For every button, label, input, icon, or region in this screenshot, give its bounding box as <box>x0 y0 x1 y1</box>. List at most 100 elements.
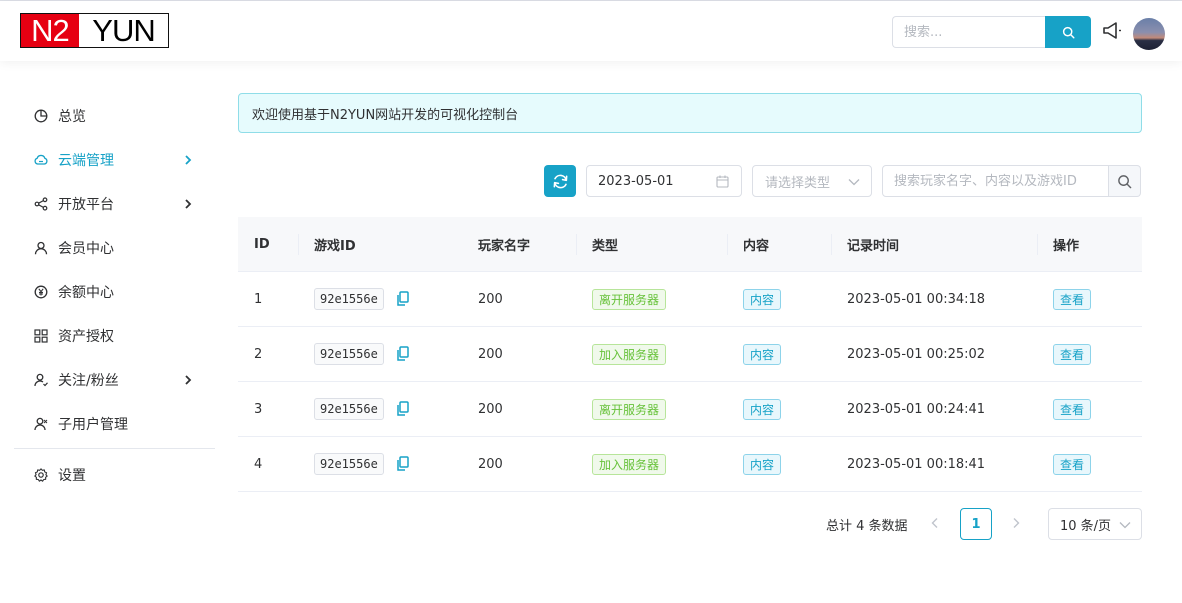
cell-player: 200 <box>478 346 503 362</box>
cell-id: 2 <box>254 346 263 362</box>
megaphone-icon[interactable] <box>1102 21 1122 41</box>
view-button[interactable]: 查看 <box>1053 288 1092 310</box>
copy-icon[interactable] <box>396 291 410 307</box>
sidebar-divider <box>14 448 215 449</box>
sidebar-item-overview[interactable]: 总览 <box>14 94 215 138</box>
cell-type: 加入服务器 <box>576 437 727 491</box>
sidebar-item-follow[interactable]: 关注/粉丝 <box>14 358 215 402</box>
date-picker[interactable]: 2023-05-01 <box>586 165 742 197</box>
cell-time: 2023-05-01 00:34:18 <box>847 291 986 307</box>
sidebar-item-label: 资产授权 <box>58 329 114 345</box>
logo[interactable]: N2 YUN <box>20 13 169 48</box>
cell-type: 离开服务器 <box>576 272 727 326</box>
records-table: ID 游戏ID 玩家名字 类型 内容 记录时间 操作 1 92e1556e 20… <box>238 217 1142 492</box>
column-header-player: 玩家名字 <box>478 238 531 254</box>
sidebar-item-settings[interactable]: 设置 <box>14 453 215 497</box>
cell-action: 查看 <box>1037 327 1142 381</box>
sidebar-item-sub-users[interactable]: 子用户管理 <box>14 402 215 446</box>
cell-content: 内容 <box>727 272 831 326</box>
cell-game-id: 92e1556e <box>298 382 462 436</box>
gear-icon <box>34 468 48 482</box>
sidebar-item-label: 开放平台 <box>58 197 114 213</box>
view-button[interactable]: 查看 <box>1053 343 1092 365</box>
column-header-time: 记录时间 <box>831 217 1037 271</box>
chevron-right-icon <box>185 155 192 165</box>
table-row: 4 92e1556e 200 加入服务器 内容 2023-05-01 00:18… <box>238 437 1142 492</box>
cell-content: 内容 <box>727 382 831 436</box>
view-button[interactable]: 查看 <box>1053 453 1092 475</box>
refresh-icon <box>553 174 567 188</box>
sidebar-item-balance[interactable]: 余额中心 <box>14 270 215 314</box>
sidebar-item-label: 子用户管理 <box>58 417 128 433</box>
copy-icon[interactable] <box>396 401 410 417</box>
user-follow-icon <box>34 373 48 387</box>
column-header-id: ID <box>254 236 270 252</box>
sidebar-item-cloud[interactable]: 云端管理 <box>14 138 215 182</box>
view-button[interactable]: 查看 <box>1053 398 1092 420</box>
chevron-right-icon <box>185 199 192 209</box>
header-search <box>892 16 1091 48</box>
page-size-value: 10 条/页 <box>1060 518 1112 534</box>
cell-action: 查看 <box>1037 382 1142 436</box>
users-icon <box>34 417 48 431</box>
sidebar-item-label: 会员中心 <box>58 241 114 257</box>
logo-right-text: YUN <box>79 13 168 48</box>
header-search-button[interactable] <box>1045 16 1091 48</box>
table-row: 2 92e1556e 200 加入服务器 内容 2023-05-01 00:25… <box>238 327 1142 382</box>
sidebar-item-label: 总览 <box>58 109 86 125</box>
chevron-right-icon[interactable] <box>1009 516 1023 530</box>
pagination-page-button[interactable]: 1 <box>960 508 992 540</box>
type-select[interactable]: 请选择类型 <box>752 165 872 197</box>
calendar-icon <box>716 175 729 188</box>
cell-time: 2023-05-01 00:25:02 <box>847 346 986 362</box>
cell-content: 内容 <box>727 437 831 491</box>
sidebar: 总览 云端管理 开放平台 会员中心 余额中心 资产授权 关注/粉丝 子用户管理 … <box>14 94 215 497</box>
game-id-tag: 92e1556e <box>314 453 384 475</box>
yen-icon <box>34 285 48 299</box>
type-tag: 离开服务器 <box>592 398 667 420</box>
cell-game-id: 92e1556e <box>298 327 462 381</box>
grid-icon <box>34 329 48 343</box>
content-tag[interactable]: 内容 <box>743 288 782 310</box>
keyword-search <box>882 165 1141 197</box>
chevron-right-icon <box>185 375 192 385</box>
cloud-icon <box>34 154 48 165</box>
sidebar-item-member[interactable]: 会员中心 <box>14 226 215 270</box>
column-header-action: 操作 <box>1037 217 1142 271</box>
column-header-type: 类型 <box>576 217 727 271</box>
sidebar-item-label: 云端管理 <box>58 153 114 169</box>
cell-action: 查看 <box>1037 437 1142 491</box>
cell-action: 查看 <box>1037 272 1142 326</box>
sidebar-item-asset-auth[interactable]: 资产授权 <box>14 314 215 358</box>
avatar[interactable] <box>1133 18 1165 50</box>
cell-time: 2023-05-01 00:24:41 <box>847 401 986 417</box>
table-row: 3 92e1556e 200 离开服务器 内容 2023-05-01 00:24… <box>238 382 1142 437</box>
search-icon <box>1118 174 1132 188</box>
copy-icon[interactable] <box>396 456 410 472</box>
top-header: N2 YUN <box>0 1 1182 61</box>
sidebar-item-label: 设置 <box>58 468 86 484</box>
cell-content: 内容 <box>727 327 831 381</box>
chevron-down-icon <box>1119 522 1131 529</box>
chevron-left-icon[interactable] <box>928 516 942 530</box>
cell-game-id: 92e1556e <box>298 437 462 491</box>
keyword-search-input[interactable] <box>882 165 1109 197</box>
cell-time: 2023-05-01 00:18:41 <box>847 456 986 472</box>
sidebar-item-open-platform[interactable]: 开放平台 <box>14 182 215 226</box>
copy-icon[interactable] <box>396 346 410 362</box>
content-tag[interactable]: 内容 <box>743 398 782 420</box>
type-select-placeholder: 请选择类型 <box>765 175 831 191</box>
share-icon <box>34 197 48 211</box>
header-search-input[interactable] <box>892 16 1045 48</box>
column-header-game-id: 游戏ID <box>298 217 462 271</box>
search-icon <box>1062 26 1075 39</box>
content-tag[interactable]: 内容 <box>743 453 782 475</box>
page-size-select[interactable]: 10 条/页 <box>1048 508 1142 540</box>
refresh-button[interactable] <box>544 165 576 197</box>
table-header: ID 游戏ID 玩家名字 类型 内容 记录时间 操作 <box>238 217 1142 272</box>
content-tag[interactable]: 内容 <box>743 343 782 365</box>
cell-game-id: 92e1556e <box>298 272 462 326</box>
cell-player: 200 <box>478 401 503 417</box>
keyword-search-button[interactable] <box>1109 165 1141 197</box>
game-id-tag: 92e1556e <box>314 288 384 310</box>
